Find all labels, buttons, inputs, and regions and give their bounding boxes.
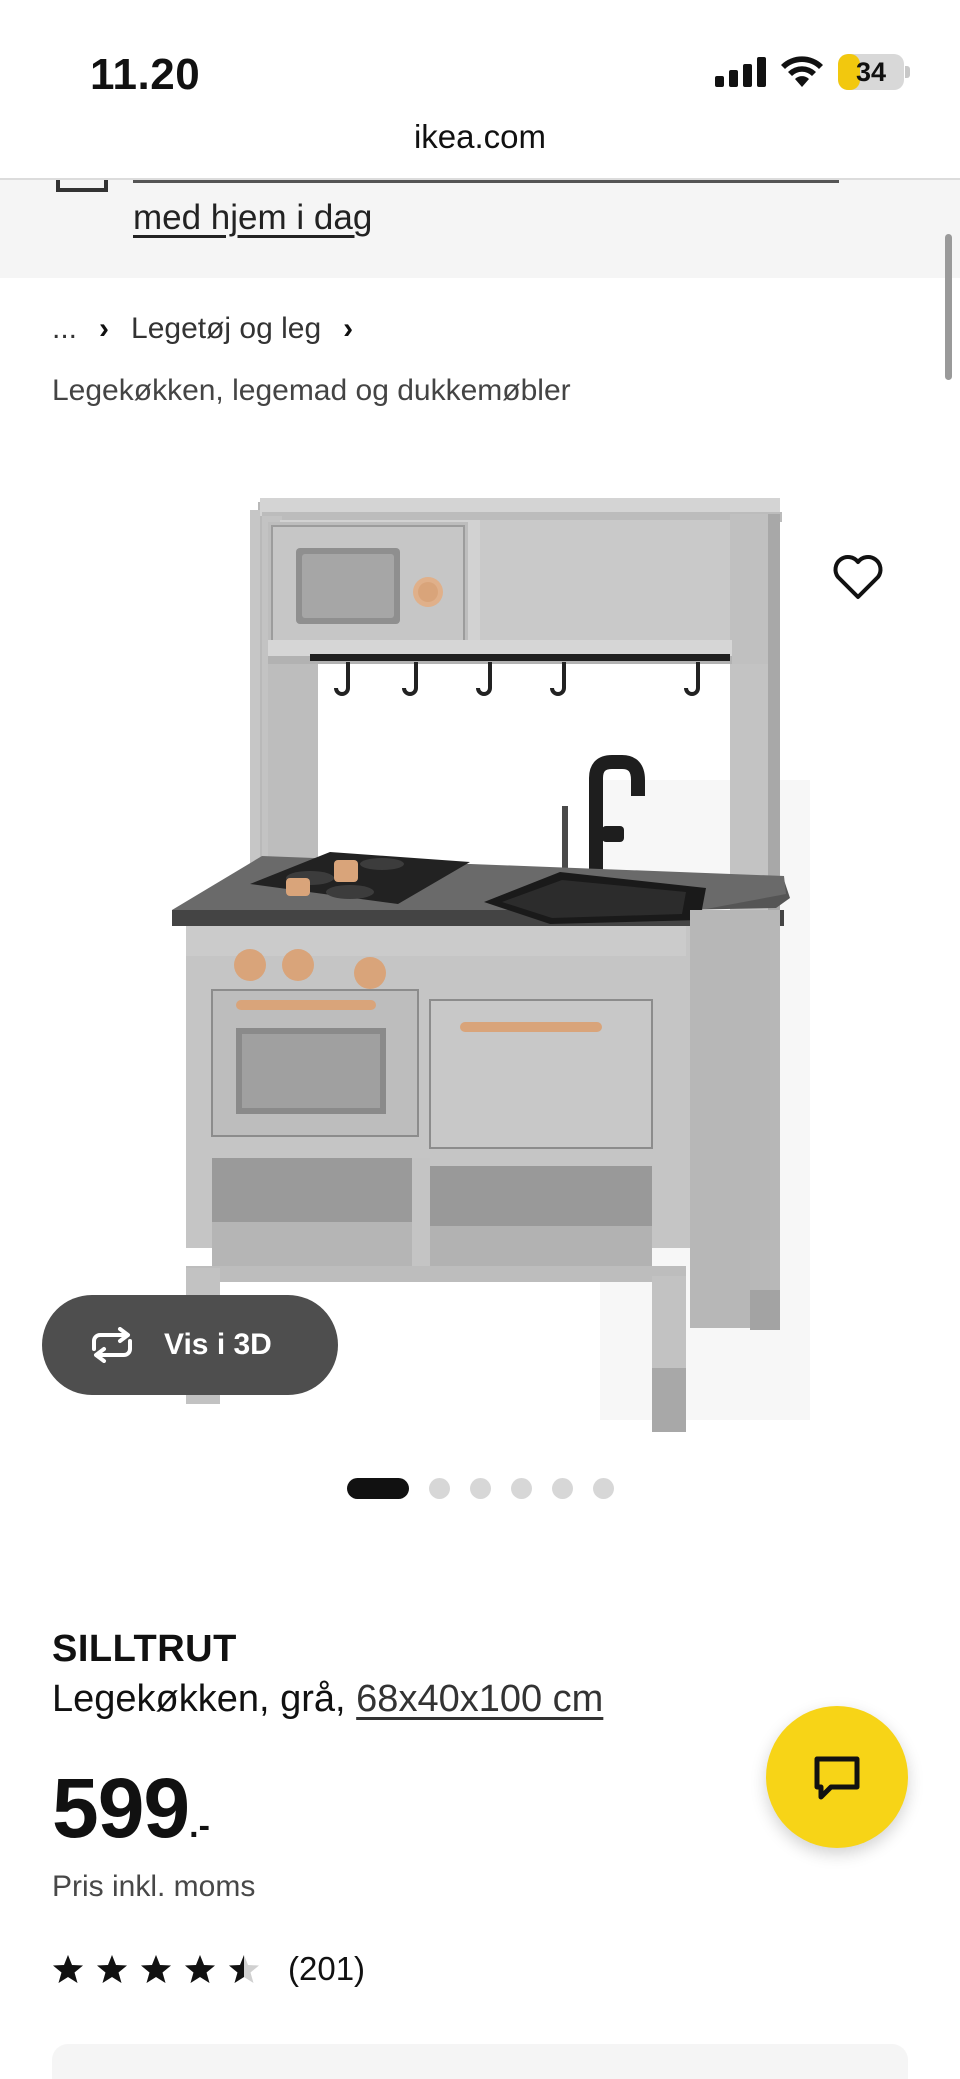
rotate-3d-icon bbox=[92, 1327, 132, 1363]
banner-link-cut-underline bbox=[133, 180, 839, 183]
carousel-dot[interactable] bbox=[428, 1478, 450, 1499]
scrollbar[interactable] bbox=[945, 234, 952, 380]
breadcrumb: ... › Legetøj og leg › bbox=[52, 312, 353, 346]
breadcrumb-ellipsis[interactable]: ... bbox=[52, 312, 77, 346]
next-section-card bbox=[52, 2044, 908, 2079]
star-icon bbox=[185, 1955, 215, 1983]
review-count[interactable]: (201) bbox=[288, 1950, 365, 1988]
url-text: ikea.com bbox=[413, 118, 547, 155]
battery-icon: 34 bbox=[838, 54, 910, 90]
banner-link[interactable]: med hjem i dag bbox=[133, 198, 372, 238]
view-3d-label: Vis i 3D bbox=[164, 1328, 272, 1361]
product-name: SILLTRUT bbox=[52, 1628, 237, 1670]
breadcrumb-subcategory[interactable]: Legekøkken, legemad og dukkemøbler bbox=[52, 374, 571, 408]
product-description-text: Legekøkken, grå, bbox=[52, 1678, 357, 1720]
product-rating[interactable]: (201) bbox=[52, 1950, 365, 1988]
url-bar[interactable]: ikea.com bbox=[0, 118, 960, 178]
star-icon bbox=[53, 1955, 83, 1983]
carousel-dots bbox=[0, 1478, 960, 1499]
store-banner: med hjem i dag bbox=[0, 180, 960, 278]
status-bar: 11.20 34 bbox=[0, 0, 960, 120]
carousel-dot[interactable] bbox=[592, 1478, 614, 1499]
price-integer: 599 bbox=[52, 1761, 190, 1855]
chevron-right-icon: › bbox=[99, 312, 110, 345]
wifi-icon bbox=[781, 56, 823, 87]
status-icons: 34 bbox=[715, 54, 910, 90]
store-icon bbox=[56, 180, 108, 192]
chat-button[interactable] bbox=[766, 1706, 908, 1848]
star-icon bbox=[141, 1955, 171, 1983]
chat-icon bbox=[814, 1756, 860, 1800]
product-price: 599.- bbox=[52, 1760, 210, 1857]
carousel-dot[interactable] bbox=[510, 1478, 532, 1499]
heart-icon[interactable] bbox=[830, 553, 886, 603]
status-time: 11.20 bbox=[90, 50, 201, 99]
signal-icon bbox=[715, 57, 766, 87]
view-3d-button[interactable]: Vis i 3D bbox=[42, 1295, 338, 1395]
price-suffix: .- bbox=[189, 1807, 210, 1845]
star-icon bbox=[229, 1955, 259, 1983]
carousel-dot[interactable] bbox=[346, 1478, 409, 1499]
carousel-dot[interactable] bbox=[469, 1478, 491, 1499]
product-dimensions-link[interactable]: 68x40x100 cm bbox=[356, 1678, 603, 1720]
breadcrumb-category[interactable]: Legetøj og leg bbox=[131, 312, 321, 346]
chevron-right-icon: › bbox=[343, 312, 354, 345]
price-note: Pris inkl. moms bbox=[52, 1870, 256, 1903]
star-icon bbox=[97, 1955, 127, 1983]
product-description: Legekøkken, grå, 68x40x100 cm bbox=[52, 1678, 603, 1721]
rating-stars bbox=[52, 1953, 260, 1985]
carousel-dot[interactable] bbox=[551, 1478, 573, 1499]
battery-percent: 34 bbox=[855, 57, 887, 87]
